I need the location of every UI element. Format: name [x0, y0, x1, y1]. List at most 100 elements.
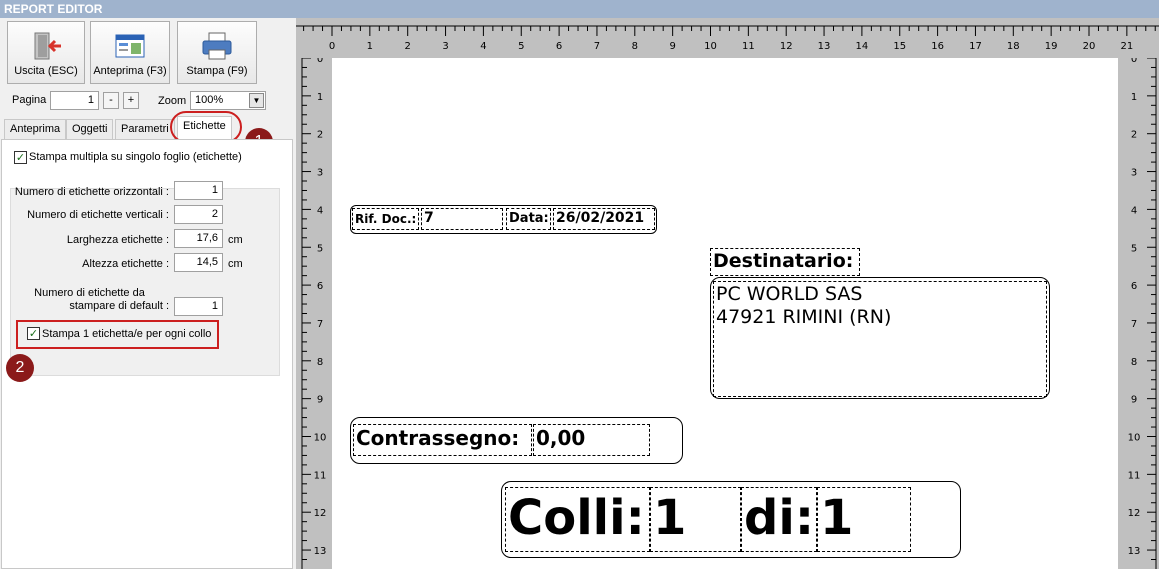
address-line-1: PC WORLD SAS: [716, 283, 863, 305]
address-line-2: 47921 RIMINI (RN): [716, 306, 892, 328]
ruler-side-number: 0: [1131, 58, 1137, 65]
ruler-top: 0 1 2 3 4 5 6 7 8 9 10 11 12 13 14 15 16 17 18 19 20 21: [296, 18, 1159, 58]
vert-label: Numero di etichette verticali :: [27, 209, 169, 221]
ruler-top-number: 3: [442, 41, 448, 52]
exit-button-label: Uscita (ESC): [14, 65, 78, 77]
ruler-side-number: 9: [1131, 395, 1137, 406]
height-input[interactable]: 14,5: [174, 253, 223, 272]
per-collo-label: Stampa 1 etichetta/e per ogni collo: [42, 328, 212, 340]
ruler-right-ticks: 012345678910111213: [1128, 58, 1157, 569]
ruler-side-number: 13: [314, 546, 327, 557]
horiz-input[interactable]: 1: [174, 181, 223, 200]
ruler-side-number: 5: [1131, 243, 1137, 254]
ruler-side-number: 6: [317, 281, 323, 292]
horiz-label: Numero di etichette orizzontali :: [14, 186, 169, 198]
ruler-top-number: 9: [669, 41, 675, 52]
vert-input[interactable]: 2: [174, 205, 223, 224]
ruler-top-number: 14: [856, 41, 869, 52]
destinatario-address[interactable]: PC WORLD SAS 47921 RIMINI (RN): [713, 281, 1047, 397]
default-count-input[interactable]: 1: [174, 297, 223, 316]
exit-door-icon: [34, 32, 61, 60]
exit-button[interactable]: Uscita (ESC): [7, 21, 85, 84]
ruler-top-number: 7: [594, 41, 600, 52]
ruler-top-number: 5: [518, 41, 524, 52]
width-label: Larghezza etichette :: [66, 234, 169, 246]
di-label[interactable]: di:: [741, 487, 817, 552]
left-panel: Uscita (ESC) Anteprima (F3) Stampa (F9) …: [0, 18, 296, 569]
ruler-side-number: 10: [1128, 433, 1141, 444]
page-minus-button[interactable]: -: [103, 92, 119, 109]
ruler-side-number: 8: [1131, 357, 1137, 368]
ruler-side-number: 7: [1131, 319, 1137, 330]
preview-button[interactable]: Anteprima (F3): [90, 21, 170, 84]
multi-print-checkbox[interactable]: ✓: [14, 151, 27, 164]
colli-value[interactable]: 1: [650, 487, 741, 552]
page-label: Pagina: [12, 94, 47, 106]
tab-oggetti[interactable]: Oggetti: [66, 119, 114, 139]
ruler-top-number: 8: [632, 41, 638, 52]
ruler-top-number: 12: [780, 41, 793, 52]
ruler-top-number: 15: [893, 41, 906, 52]
default-label-line2: stampare di default :: [69, 300, 169, 312]
ruler-side-number: 13: [1128, 546, 1141, 557]
callout-2: 2: [6, 354, 34, 382]
rif-doc-label[interactable]: Rif. Doc.:: [352, 208, 419, 230]
per-collo-checkbox[interactable]: ✓: [27, 327, 40, 340]
ruler-side-number: 2: [1131, 130, 1137, 141]
print-button-label: Stampa (F9): [186, 65, 248, 77]
tab-parametri[interactable]: Parametri: [115, 119, 175, 139]
zoom-value: 100%: [195, 94, 224, 106]
ruler-side-number: 8: [317, 357, 323, 368]
contrassegno-value[interactable]: 0,00: [533, 424, 650, 456]
report-canvas-area[interactable]: 0 1 2 3 4 5 6 7 8 9 10 11 12 13 14 15 16 17 18 19 20 21 01234…: [296, 18, 1159, 569]
chevron-down-icon[interactable]: ▼: [249, 93, 264, 108]
ruler-side-number: 6: [1131, 281, 1137, 292]
ruler-side-number: 2: [317, 130, 323, 141]
ruler-top-number: 2: [405, 41, 411, 52]
ruler-top-number: 19: [1045, 41, 1058, 52]
page-input[interactable]: 1: [50, 91, 99, 110]
ruler-side-number: 11: [1128, 470, 1141, 481]
ruler-left-ticks: 012345678910111213: [301, 58, 327, 569]
ruler-side-number: 11: [314, 470, 327, 481]
ruler-top-number: 11: [742, 41, 755, 52]
contrassegno-label[interactable]: Contrassegno:: [353, 424, 532, 456]
ruler-top-number: 6: [556, 41, 562, 52]
di-value[interactable]: 1: [817, 487, 911, 552]
ruler-top-number: 13: [818, 41, 831, 52]
data-value[interactable]: 26/02/2021: [553, 208, 655, 230]
ruler-top-number: 4: [480, 41, 486, 52]
ruler-side-number: 3: [317, 168, 323, 179]
preview-window-icon: [115, 34, 145, 58]
tab-anteprima[interactable]: Anteprima: [4, 119, 67, 139]
width-input[interactable]: 17,6: [174, 229, 223, 248]
colli-label[interactable]: Colli:: [505, 487, 650, 552]
ruler-top-number: 21: [1120, 41, 1133, 52]
window-title: REPORT EDITOR: [0, 0, 1159, 18]
zoom-select[interactable]: 100% ▼: [190, 91, 266, 110]
data-label[interactable]: Data:: [506, 208, 551, 230]
ruler-top-number: 0: [329, 41, 335, 52]
printer-icon: [202, 32, 232, 60]
ruler-top-ticks: 0 1 2 3 4 5 6 7 8 9 10 11 12 13 14 15 16 17 18 19 20 21: [296, 25, 1159, 52]
height-unit: cm: [228, 258, 243, 270]
ruler-side-number: 12: [314, 508, 327, 519]
height-label: Altezza etichette :: [82, 258, 169, 270]
ruler-top-number: 17: [969, 41, 982, 52]
ruler-top-number: 1: [367, 41, 373, 52]
ruler-top-number: 10: [704, 41, 717, 52]
report-page: Rif. Doc.: 7 Data: 26/02/2021 Destinatar…: [332, 58, 1118, 569]
destinatario-label[interactable]: Destinatario:: [710, 248, 860, 276]
ruler-side-number: 4: [317, 205, 323, 216]
ruler-top-number: 16: [931, 41, 944, 52]
ruler-side-number: 1: [1131, 92, 1137, 103]
ruler-side-number: 4: [1131, 205, 1137, 216]
rif-doc-value[interactable]: 7: [421, 208, 503, 230]
page-plus-button[interactable]: +: [123, 92, 139, 109]
ruler-top-number: 20: [1083, 41, 1096, 52]
print-button[interactable]: Stampa (F9): [177, 21, 257, 84]
ruler-side-number: 3: [1131, 168, 1137, 179]
multi-print-label: Stampa multipla su singolo foglio (etich…: [29, 151, 242, 163]
report-editor-window: REPORT EDITOR Uscita (ESC) Anteprima (F3…: [0, 0, 1159, 569]
ruler-side-number: 7: [317, 319, 323, 330]
